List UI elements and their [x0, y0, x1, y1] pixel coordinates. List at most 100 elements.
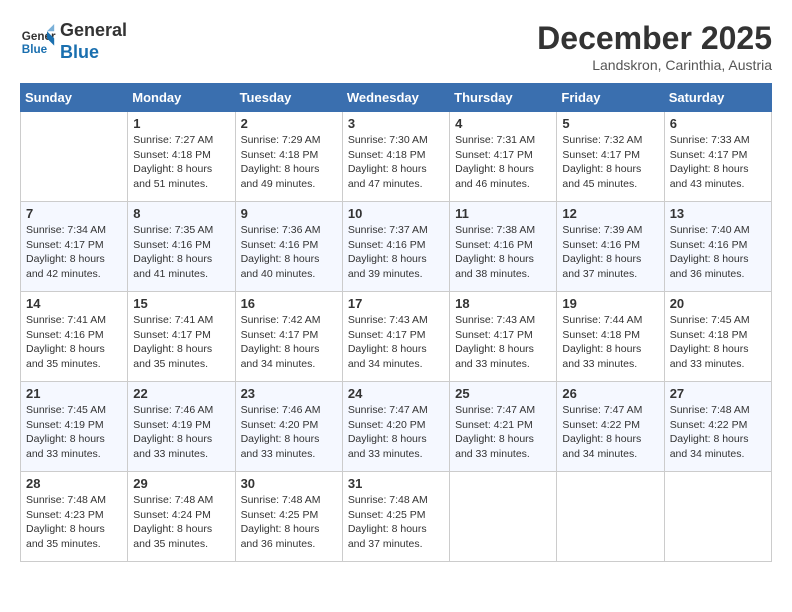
calendar-cell [450, 472, 557, 562]
day-number: 16 [241, 296, 337, 311]
calendar-cell: 29Sunrise: 7:48 AMSunset: 4:24 PMDayligh… [128, 472, 235, 562]
day-info: Sunrise: 7:46 AMSunset: 4:20 PMDaylight:… [241, 403, 337, 462]
calendar-cell: 24 Sunrise: 7:47 AMSunset: 4:20 PMDayligh… [342, 382, 449, 472]
day-number: 14 [26, 296, 122, 311]
header: General Blue General Blue December 2025 … [20, 20, 772, 73]
calendar-cell: 21 Sunrise: 7:45 AMSunset: 4:19 PMDayligh… [21, 382, 128, 472]
calendar-cell [557, 472, 664, 562]
week-row-3: 21 Sunrise: 7:45 AMSunset: 4:19 PMDayligh… [21, 382, 772, 472]
weekday-header-sunday: Sunday [21, 84, 128, 112]
logo-icon: General Blue [20, 24, 56, 60]
calendar-cell: 6Sunrise: 7:33 AMSunset: 4:17 PMDaylight… [664, 112, 771, 202]
calendar-cell: 14 Sunrise: 7:41 AMSunset: 4:16 PMDayligh… [21, 292, 128, 382]
calendar-cell: 10 Sunrise: 7:37 AMSunset: 4:16 PMDayligh… [342, 202, 449, 292]
day-number: 31 [348, 476, 444, 491]
day-info: Sunrise: 7:42 AMSunset: 4:17 PMDaylight:… [241, 313, 337, 372]
weekday-header-tuesday: Tuesday [235, 84, 342, 112]
calendar-cell: 11Sunrise: 7:38 AMSunset: 4:16 PMDayligh… [450, 202, 557, 292]
day-number: 30 [241, 476, 337, 491]
calendar-cell: 7 Sunrise: 7:34 AMSunset: 4:17 PMDaylight… [21, 202, 128, 292]
day-number: 28 [26, 476, 122, 491]
day-number: 5 [562, 116, 658, 131]
calendar-cell: 23 Sunrise: 7:46 AMSunset: 4:20 PMDayligh… [235, 382, 342, 472]
day-info: Sunrise: 7:34 AMSunset: 4:17 PMDaylight:… [26, 223, 122, 282]
day-info: Sunrise: 7:47 AMSunset: 4:20 PMDaylight:… [348, 403, 444, 462]
day-number: 26 [562, 386, 658, 401]
day-number: 17 [348, 296, 444, 311]
calendar-cell: 31 Sunrise: 7:48 AMSunset: 4:25 PMDayligh… [342, 472, 449, 562]
calendar-cell: 2 Sunrise: 7:29 AMSunset: 4:18 PMDaylight… [235, 112, 342, 202]
day-info: Sunrise: 7:36 AMSunset: 4:16 PMDaylight:… [241, 223, 337, 282]
calendar-cell: 16 Sunrise: 7:42 AMSunset: 4:17 PMDayligh… [235, 292, 342, 382]
calendar-cell: 17 Sunrise: 7:43 AMSunset: 4:17 PMDayligh… [342, 292, 449, 382]
day-info: Sunrise: 7:38 AMSunset: 4:16 PMDaylight:… [455, 223, 551, 282]
logo: General Blue General Blue [20, 20, 127, 63]
location-title: Landskron, Carinthia, Austria [537, 57, 772, 73]
day-info: Sunrise: 7:48 AMSunset: 4:24 PMDaylight:… [133, 493, 229, 552]
day-info: Sunrise: 7:48 AMSunset: 4:25 PMDaylight:… [241, 493, 337, 552]
calendar-cell: 22 Sunrise: 7:46 AMSunset: 4:19 PMDayligh… [128, 382, 235, 472]
day-info: Sunrise: 7:47 AMSunset: 4:22 PMDaylight:… [562, 403, 658, 462]
day-info: Sunrise: 7:43 AMSunset: 4:17 PMDaylight:… [348, 313, 444, 372]
day-number: 1 [133, 116, 229, 131]
day-number: 10 [348, 206, 444, 221]
calendar-cell: 5Sunrise: 7:32 AMSunset: 4:17 PMDaylight… [557, 112, 664, 202]
day-info: Sunrise: 7:31 AMSunset: 4:17 PMDaylight:… [455, 133, 551, 192]
day-info: Sunrise: 7:27 AMSunset: 4:18 PMDaylight:… [133, 133, 229, 192]
day-number: 12 [562, 206, 658, 221]
calendar-cell [21, 112, 128, 202]
title-area: December 2025 Landskron, Carinthia, Aust… [537, 20, 772, 73]
day-info: Sunrise: 7:48 AMSunset: 4:22 PMDaylight:… [670, 403, 766, 462]
calendar-cell: 13Sunrise: 7:40 AMSunset: 4:16 PMDayligh… [664, 202, 771, 292]
day-number: 19 [562, 296, 658, 311]
day-number: 23 [241, 386, 337, 401]
calendar-cell: 1 Sunrise: 7:27 AMSunset: 4:18 PMDaylight… [128, 112, 235, 202]
calendar-cell: 8Sunrise: 7:35 AMSunset: 4:16 PMDaylight… [128, 202, 235, 292]
week-row-4: 28 Sunrise: 7:48 AMSunset: 4:23 PMDayligh… [21, 472, 772, 562]
svg-text:Blue: Blue [22, 42, 48, 55]
weekday-header-row: SundayMondayTuesdayWednesdayThursdayFrid… [21, 84, 772, 112]
day-info: Sunrise: 7:40 AMSunset: 4:16 PMDaylight:… [670, 223, 766, 282]
day-number: 4 [455, 116, 551, 131]
calendar-cell: 4 Sunrise: 7:31 AMSunset: 4:17 PMDaylight… [450, 112, 557, 202]
calendar-table: SundayMondayTuesdayWednesdayThursdayFrid… [20, 83, 772, 562]
calendar-cell: 12Sunrise: 7:39 AMSunset: 4:16 PMDayligh… [557, 202, 664, 292]
day-info: Sunrise: 7:41 AMSunset: 4:16 PMDaylight:… [26, 313, 122, 372]
day-number: 20 [670, 296, 766, 311]
calendar-cell: 19Sunrise: 7:44 AMSunset: 4:18 PMDayligh… [557, 292, 664, 382]
day-info: Sunrise: 7:29 AMSunset: 4:18 PMDaylight:… [241, 133, 337, 192]
day-number: 27 [670, 386, 766, 401]
day-info: Sunrise: 7:48 AMSunset: 4:23 PMDaylight:… [26, 493, 122, 552]
day-number: 21 [26, 386, 122, 401]
day-number: 6 [670, 116, 766, 131]
calendar-cell: 9 Sunrise: 7:36 AMSunset: 4:16 PMDaylight… [235, 202, 342, 292]
day-info: Sunrise: 7:30 AMSunset: 4:18 PMDaylight:… [348, 133, 444, 192]
day-info: Sunrise: 7:37 AMSunset: 4:16 PMDaylight:… [348, 223, 444, 282]
day-info: Sunrise: 7:46 AMSunset: 4:19 PMDaylight:… [133, 403, 229, 462]
calendar-cell [664, 472, 771, 562]
day-info: Sunrise: 7:48 AMSunset: 4:25 PMDaylight:… [348, 493, 444, 552]
calendar-body: 1 Sunrise: 7:27 AMSunset: 4:18 PMDaylight… [21, 112, 772, 562]
logo-blue: Blue [60, 42, 127, 64]
day-info: Sunrise: 7:45 AMSunset: 4:19 PMDaylight:… [26, 403, 122, 462]
calendar-cell: 26 Sunrise: 7:47 AMSunset: 4:22 PMDayligh… [557, 382, 664, 472]
weekday-header-saturday: Saturday [664, 84, 771, 112]
calendar-cell: 18Sunrise: 7:43 AMSunset: 4:17 PMDayligh… [450, 292, 557, 382]
day-number: 9 [241, 206, 337, 221]
calendar-cell: 30 Sunrise: 7:48 AMSunset: 4:25 PMDayligh… [235, 472, 342, 562]
day-number: 8 [133, 206, 229, 221]
weekday-header-friday: Friday [557, 84, 664, 112]
calendar-cell: 3 Sunrise: 7:30 AMSunset: 4:18 PMDaylight… [342, 112, 449, 202]
weekday-header-monday: Monday [128, 84, 235, 112]
day-number: 24 [348, 386, 444, 401]
calendar-cell: 25Sunrise: 7:47 AMSunset: 4:21 PMDayligh… [450, 382, 557, 472]
day-number: 25 [455, 386, 551, 401]
day-info: Sunrise: 7:41 AMSunset: 4:17 PMDaylight:… [133, 313, 229, 372]
day-number: 22 [133, 386, 229, 401]
calendar-cell: 20 Sunrise: 7:45 AMSunset: 4:18 PMDayligh… [664, 292, 771, 382]
weekday-header-wednesday: Wednesday [342, 84, 449, 112]
day-number: 3 [348, 116, 444, 131]
day-number: 7 [26, 206, 122, 221]
day-number: 2 [241, 116, 337, 131]
day-info: Sunrise: 7:45 AMSunset: 4:18 PMDaylight:… [670, 313, 766, 372]
